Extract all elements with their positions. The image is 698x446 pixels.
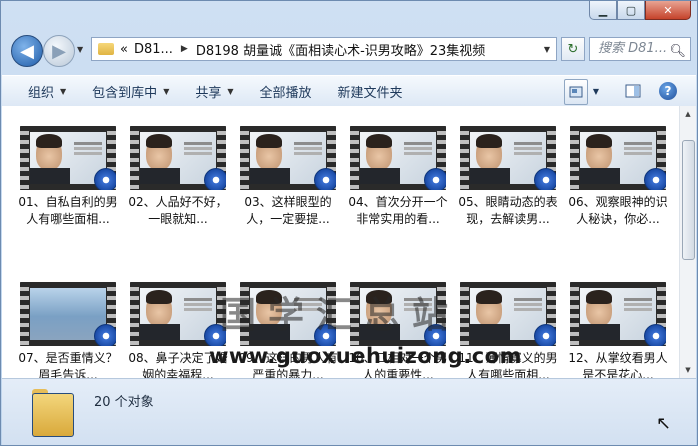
- file-item[interactable]: 01、自私自利的男人有哪些面相...: [16, 124, 120, 244]
- view-dropdown-icon[interactable]: ▼: [588, 79, 604, 103]
- vertical-scrollbar[interactable]: ▲ ▼: [679, 106, 696, 378]
- file-item[interactable]: 04、首次分开一个非常实用的看...: [346, 124, 450, 244]
- folder-icon: [32, 389, 74, 437]
- view-icon: [569, 86, 583, 98]
- folder-icon: [98, 43, 114, 55]
- file-list: 01、自私自利的男人有哪些面相... 02、人品好不好，一眼就知... 03、这样眼…: [2, 106, 696, 378]
- share-button[interactable]: 共享 ▼: [195, 82, 233, 101]
- watermark-text: 国学汇总站: [220, 294, 461, 336]
- help-button[interactable]: ?: [658, 79, 678, 103]
- preview-pane-button[interactable]: [624, 79, 642, 103]
- file-item[interactable]: 12、从掌纹看男人是不是花心...: [566, 280, 670, 378]
- file-name: 01、自私自利的男人有哪些面相...: [18, 195, 118, 226]
- recent-pages-dropdown[interactable]: ▼: [77, 45, 83, 54]
- file-name: 02、人品好不好，一眼就知...: [128, 195, 228, 226]
- media-player-icon: [314, 168, 336, 190]
- mouse-cursor-icon: ↖: [656, 413, 672, 434]
- file-item[interactable]: 03、这样眼型的人，一定要提...: [236, 124, 340, 244]
- forward-arrow-icon: ▶: [52, 40, 66, 62]
- video-thumbnail: [20, 282, 116, 346]
- details-pane: 20 个对象 ↖: [2, 378, 696, 445]
- help-icon: ?: [659, 82, 677, 100]
- video-thumbnail: [570, 282, 666, 346]
- play-all-label: 全部播放: [259, 85, 312, 101]
- address-chevron[interactable]: «: [120, 42, 128, 57]
- file-name: 06、观察眼神的识人秘诀，你必...: [568, 195, 668, 226]
- search-input[interactable]: 搜索 D81... 🔍︎: [589, 37, 691, 61]
- watermark-url: www.guoxuehuizong.com: [209, 344, 522, 368]
- include-library-label: 包含到库中: [92, 85, 158, 101]
- chevron-down-icon: ▼: [227, 86, 234, 96]
- new-folder-label: 新建文件夹: [337, 85, 403, 101]
- video-thumbnail: [460, 126, 556, 190]
- file-name: 12、从掌纹看男人是不是花心...: [568, 351, 668, 378]
- chevron-down-icon: ▼: [60, 86, 67, 96]
- media-player-icon: [94, 324, 116, 346]
- breadcrumb-separator-icon[interactable]: ▶: [181, 44, 188, 54]
- search-icon[interactable]: 🔍︎: [669, 41, 686, 63]
- file-item[interactable]: 06、观察眼神的识人秘诀，你必...: [566, 124, 670, 244]
- breadcrumb-segment-1[interactable]: D81...: [134, 42, 173, 57]
- refresh-icon: ↻: [567, 41, 579, 57]
- window-controls: ▁ ▢ ✕: [589, 1, 691, 23]
- maximize-button[interactable]: ▢: [617, 1, 645, 20]
- media-player-icon: [534, 168, 556, 190]
- back-arrow-icon: ◀: [20, 40, 34, 62]
- media-player-icon: [424, 168, 446, 190]
- change-view-button[interactable]: [564, 79, 588, 105]
- chevron-down-icon: ▼: [163, 86, 170, 96]
- breadcrumb-segment-2[interactable]: D8198 胡量诚《面相读心术-识男攻略》23集视频: [196, 40, 485, 59]
- file-name: 05、眼睛动态的表现，去解读男...: [458, 195, 558, 226]
- video-thumbnail: [130, 282, 226, 346]
- refresh-button[interactable]: ↻: [561, 37, 585, 61]
- item-count: 20 个对象: [94, 395, 154, 410]
- organize-label: 组织: [28, 85, 55, 101]
- media-player-icon: [204, 168, 226, 190]
- address-dropdown-icon[interactable]: ▼: [544, 45, 550, 54]
- scroll-up-icon[interactable]: ▲: [680, 106, 696, 122]
- file-item[interactable]: 07、是否重情义？眉毛告诉...: [16, 280, 120, 378]
- video-thumbnail: [350, 126, 446, 190]
- file-name: 04、首次分开一个非常实用的看...: [348, 195, 448, 226]
- include-in-library-button[interactable]: 包含到库中 ▼: [92, 82, 169, 101]
- media-player-icon: [644, 168, 666, 190]
- video-thumbnail: [570, 126, 666, 190]
- play-all-button[interactable]: 全部播放: [260, 82, 312, 101]
- media-player-icon: [534, 324, 556, 346]
- file-name: 07、是否重情义？眉毛告诉...: [18, 351, 118, 378]
- media-player-icon: [94, 168, 116, 190]
- back-button[interactable]: ◀: [11, 35, 43, 67]
- forward-button[interactable]: ▶: [43, 35, 75, 67]
- scroll-down-icon[interactable]: ▼: [680, 362, 696, 378]
- file-item[interactable]: 02、人品好不好，一眼就知...: [126, 124, 230, 244]
- video-thumbnail: [240, 126, 336, 190]
- organize-button[interactable]: 组织 ▼: [28, 82, 66, 101]
- minimize-button[interactable]: ▁: [589, 1, 617, 20]
- new-folder-button[interactable]: 新建文件夹: [338, 82, 403, 101]
- navigation-bar: ◀ ▶ ▼ « D81... ▶ D8198 胡量诚《面相读心术-识男攻略》23…: [9, 33, 691, 67]
- address-bar[interactable]: « D81... ▶ D8198 胡量诚《面相读心术-识男攻略》23集视频 ▼: [91, 37, 557, 61]
- share-label: 共享: [195, 85, 222, 101]
- media-player-icon: [644, 324, 666, 346]
- scroll-thumb[interactable]: [682, 140, 695, 260]
- video-thumbnail: [20, 126, 116, 190]
- file-name: 03、这样眼型的人，一定要提...: [244, 195, 332, 226]
- command-bar: 组织 ▼ 包含到库中 ▼ 共享 ▼ 全部播放 新建文件夹 ▼ ?: [2, 75, 696, 107]
- video-thumbnail: [130, 126, 226, 190]
- close-button[interactable]: ✕: [645, 1, 691, 20]
- file-item[interactable]: 05、眼睛动态的表现，去解读男...: [456, 124, 560, 244]
- video-thumbnail: [460, 282, 556, 346]
- explorer-window: ▁ ▢ ✕ ◀ ▶ ▼ « D81... ▶ D8198 胡量诚《面相读心术-识…: [0, 0, 698, 446]
- preview-pane-icon: [625, 84, 641, 98]
- search-placeholder: 搜索 D81...: [598, 41, 668, 56]
